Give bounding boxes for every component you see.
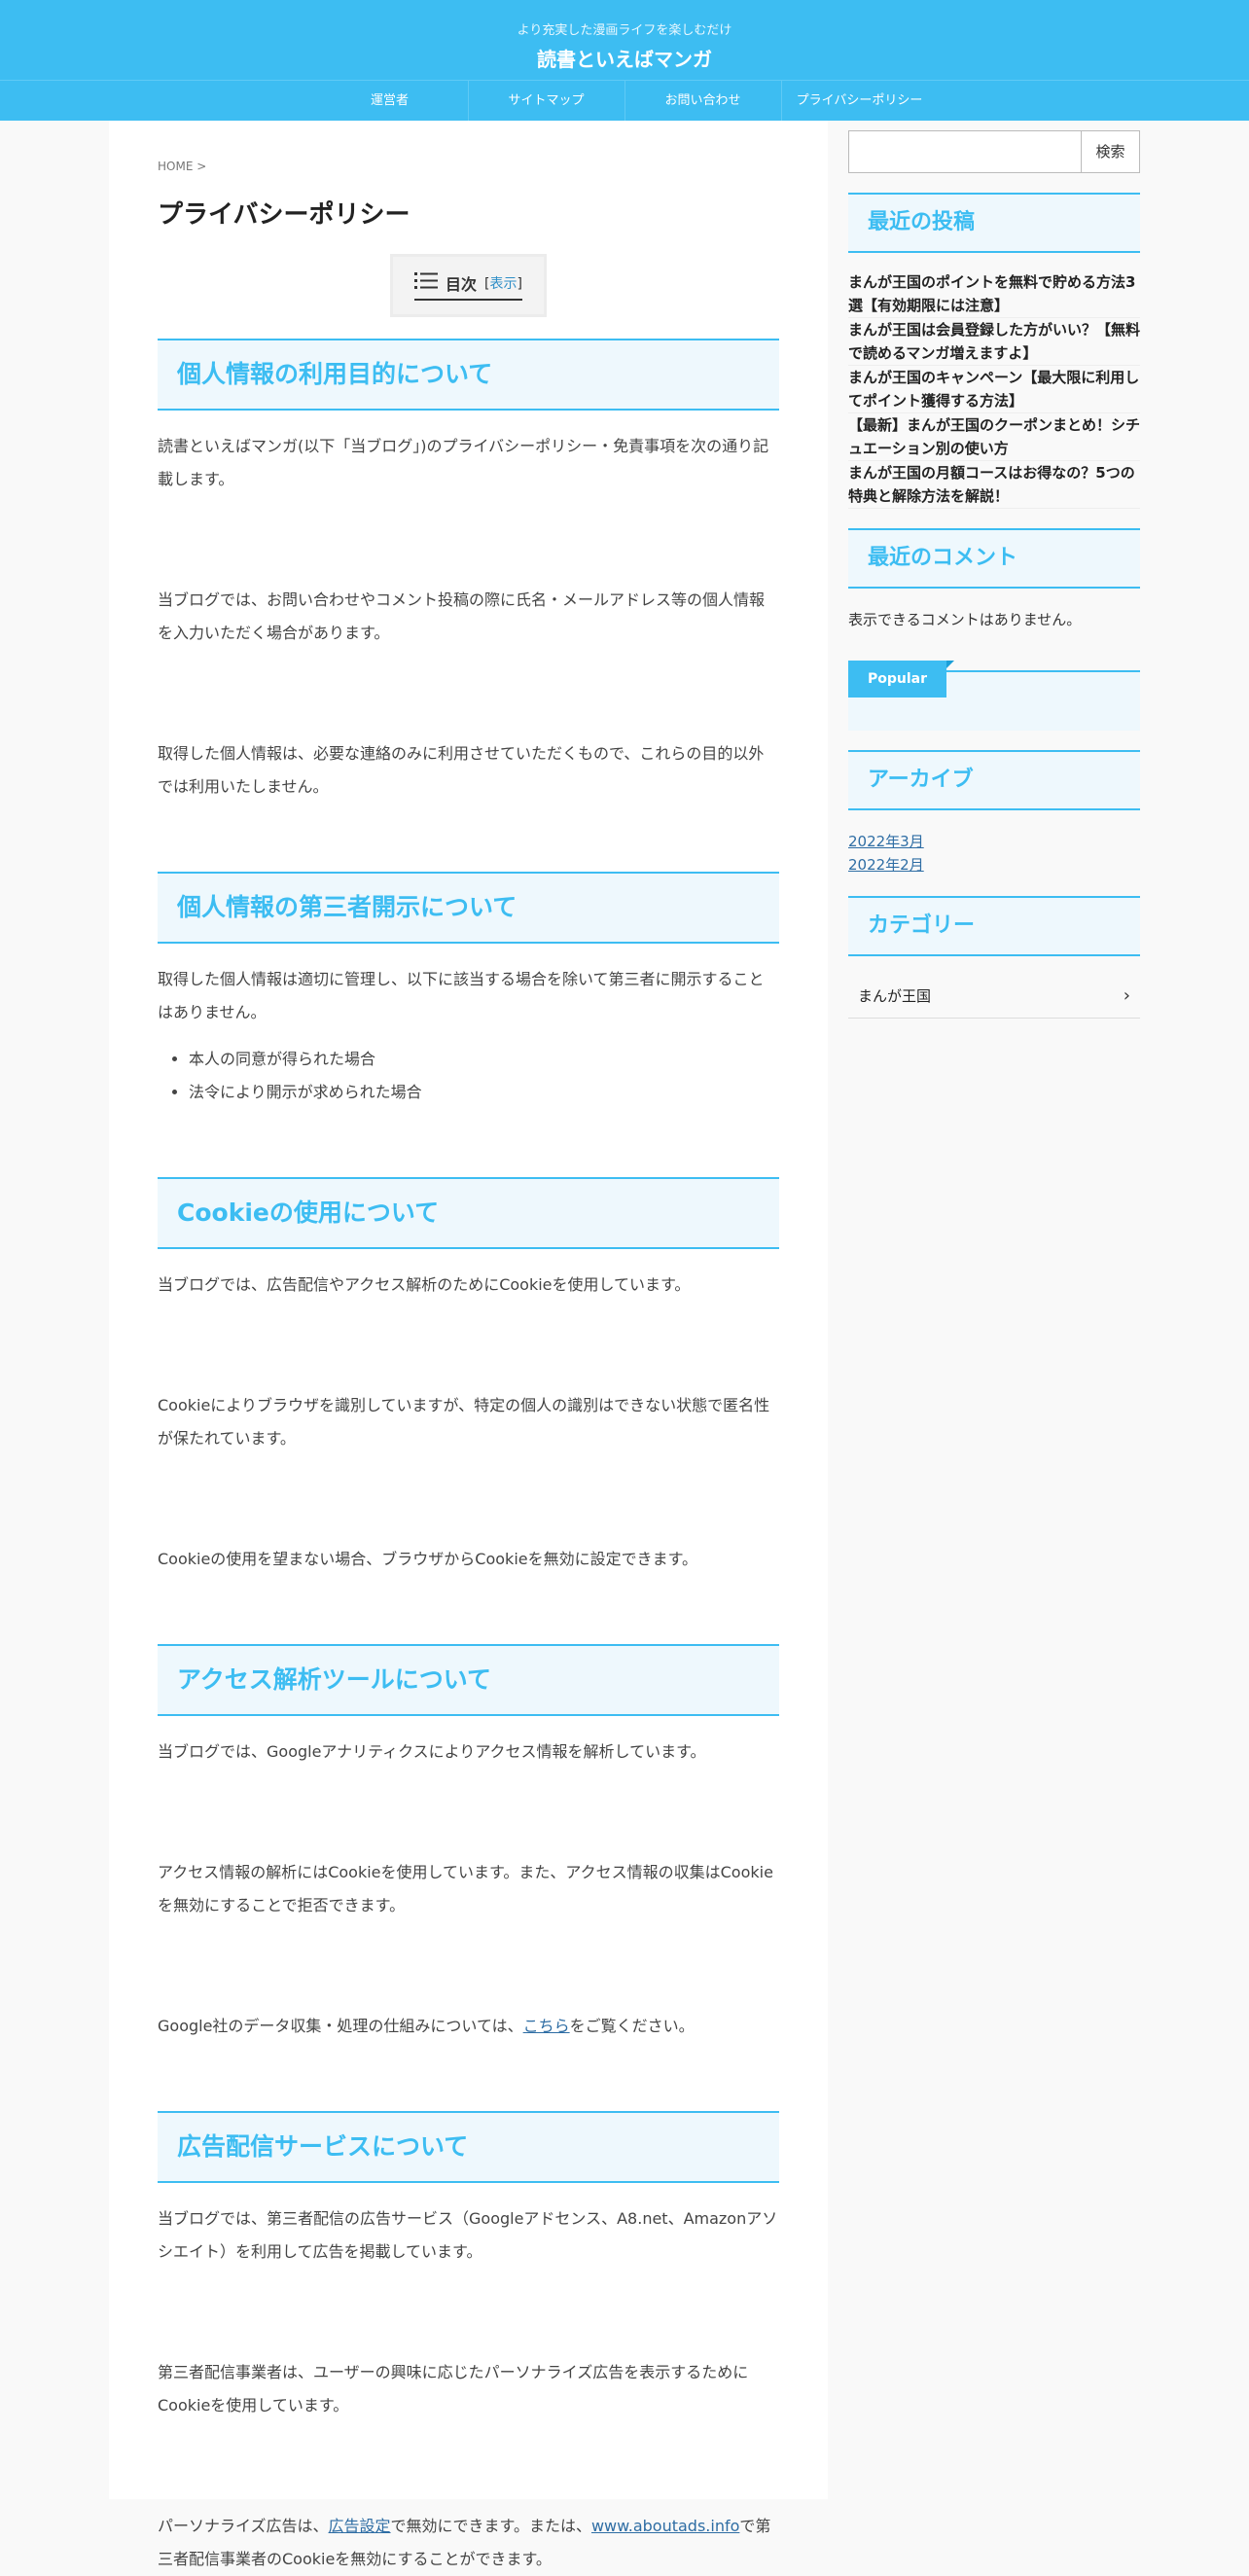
paragraph: アクセス情報の解析にはCookieを使用しています。また、アクセス情報の収集はC… <box>158 1863 773 1914</box>
nav-item-contact[interactable]: お問い合わせ <box>625 81 782 121</box>
nav-item-privacy[interactable]: プライバシーポリシー <box>782 81 938 121</box>
paragraph-with-link: Google社のデータ収集・処理の仕組みについては、こちらをご覧ください。 <box>158 2010 779 2043</box>
text: で無効にできます。または、 <box>390 2517 591 2535</box>
search-input[interactable] <box>848 130 1082 173</box>
text: パーソナライズ広告は、 <box>158 2517 329 2535</box>
recent-post-link[interactable]: まんが王国の月額コースはお得なの？5つの特典と解除方法を解説！ <box>848 461 1140 509</box>
paragraph: 当ブログでは、Googleアナリティクスによりアクセス情報を解析しています。 <box>158 1742 706 1761</box>
paragraph: 取得した個人情報は適切に管理し、以下に該当する場合を除いて第三者に開示することは… <box>158 970 765 1021</box>
chevron-right-icon: › <box>1123 985 1130 1006</box>
search-form: 検索 <box>848 130 1140 173</box>
paragraph-with-link: パーソナライズ広告は、広告設定で無効にできます。または、www.aboutads… <box>158 2510 779 2576</box>
paragraph: 当ブログでは、広告配信やアクセス解析のためにCookieを使用しています。 <box>158 1275 691 1294</box>
ad-settings-link[interactable]: 広告設定 <box>329 2517 391 2535</box>
google-policy-link[interactable]: こちら <box>523 2017 570 2035</box>
list-item: 本人の同意が得られた場合 <box>189 1043 779 1076</box>
recent-post-link[interactable]: まんが王国のポイントを無料で貯める方法3選【有効期限には注意】 <box>848 270 1140 318</box>
section-heading: Cookieの使用について <box>158 1177 779 1249</box>
popular-tab[interactable]: Popular <box>848 661 955 698</box>
toc-toggle-bracket-close: ] <box>517 276 522 292</box>
paragraph: Cookieの使用を望まない場合、ブラウザからCookieを無効に設定できます。 <box>158 1550 698 1568</box>
recent-post-link[interactable]: 【最新】まんが王国のクーポンまとめ！シチュエーション別の使い方 <box>848 413 1140 461</box>
table-of-contents: 目次 [表示] <box>390 254 547 317</box>
widget-title-recent-comments: 最近のコメント <box>848 528 1140 589</box>
list-icon <box>414 271 439 295</box>
paragraph: 第三者配信事業者は、ユーザーの興味に応じたパーソナライズ広告を表示するためにCo… <box>158 2363 749 2415</box>
paragraph: 当ブログでは、お問い合わせやコメント投稿の際に氏名・メールアドレス等の個人情報を… <box>158 590 766 642</box>
list-item: 法令により開示が求められた場合 <box>189 1076 779 1109</box>
recent-post-link[interactable]: まんが王国のキャンペーン【最大限に利用してポイント獲得する方法】 <box>848 366 1140 413</box>
page-title: プライバシーポリシー <box>158 200 410 230</box>
section-heading: アクセス解析ツールについて <box>158 1644 779 1716</box>
paragraph: 取得した個人情報は、必要な連絡のみに利用させていただくもので、これらの目的以外で… <box>158 744 765 796</box>
archive-link[interactable]: 2022年3月 <box>848 830 1140 853</box>
bullet-list: 本人の同意が得られた場合 法令により開示が求められた場合 <box>158 1043 779 1109</box>
site-tagline: より充実した漫画ライフを楽しむだけ <box>517 23 732 38</box>
category-item[interactable]: まんが王国 › <box>848 974 1140 1019</box>
search-button[interactable]: 検索 <box>1082 130 1140 173</box>
text: Google社のデータ収集・処理の仕組みについては、 <box>158 2017 523 2035</box>
nav-item-operator[interactable]: 運営者 <box>312 81 469 121</box>
paragraph: 読書といえばマンガ(以下「当ブログ」)のプライバシーポリシー・免責事項を次の通り… <box>158 437 769 488</box>
recent-post-link[interactable]: まんが王国は会員登録した方がいい？【無料で読めるマンガ増えますよ】 <box>848 318 1140 366</box>
sidebar: 検索 最近の投稿 まんが王国のポイントを無料で貯める方法3選【有効期限には注意】… <box>848 130 1140 1019</box>
aboutads-link[interactable]: www.aboutads.info <box>591 2517 739 2535</box>
site-title[interactable]: 読書といえばマンガ <box>0 44 1249 72</box>
no-comments-text: 表示できるコメントはありません。 <box>848 611 1082 628</box>
widget-title-archive: アーカイブ <box>848 750 1140 810</box>
archive-list: 2022年3月 2022年2月 <box>848 830 1140 877</box>
global-nav: 運営者 サイトマップ お問い合わせ プライバシーポリシー <box>0 80 1249 121</box>
nav-item-sitemap[interactable]: サイトマップ <box>469 81 625 121</box>
section-heading: 個人情報の利用目的について <box>158 339 779 411</box>
main-content: HOME > プライバシーポリシー 目次 [表示] 個人情報の利用目的について … <box>109 121 828 2568</box>
section-heading: 広告配信サービスについて <box>158 2111 779 2183</box>
widget-title-recent-posts: 最近の投稿 <box>848 193 1140 253</box>
toc-toggle-link[interactable]: 表示 <box>490 276 517 292</box>
archive-link[interactable]: 2022年2月 <box>848 853 1140 877</box>
breadcrumb[interactable]: HOME > <box>158 160 779 173</box>
paragraph: Cookieによりブラウザを識別していますが、特定の個人の識別はできない状態で匿… <box>158 1396 770 1448</box>
recent-posts-list: まんが王国のポイントを無料で貯める方法3選【有効期限には注意】 まんが王国は会員… <box>848 270 1140 509</box>
text: をご覧ください。 <box>569 2017 695 2035</box>
widget-title-category: カテゴリー <box>848 896 1140 956</box>
paragraph: 当ブログでは、第三者配信の広告サービス（Googleアドセンス、A8.net、A… <box>158 2209 778 2261</box>
popular-widget: Popular <box>848 661 1140 731</box>
category-label: まんが王国 <box>858 987 932 1005</box>
toc-title: 目次 <box>446 275 478 294</box>
section-heading: 個人情報の第三者開示について <box>158 872 779 944</box>
site-header: より充実した漫画ライフを楽しむだけ 読書といえばマンガ <box>0 0 1249 80</box>
